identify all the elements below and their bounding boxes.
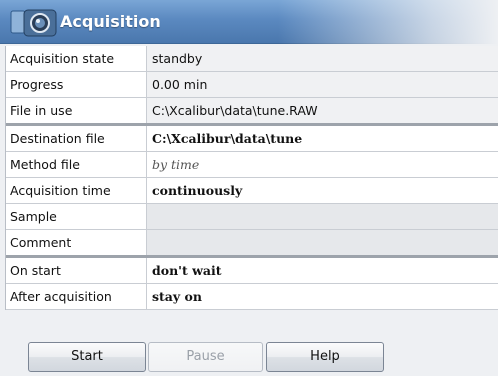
method-file-field[interactable]: by time: [147, 152, 498, 177]
acquisition-state-value: standby: [147, 46, 498, 71]
help-button[interactable]: Help: [266, 342, 384, 372]
title-bar-fade: [278, 0, 498, 44]
progress-value: 0.00 min: [147, 72, 498, 97]
properties-grid: Acquisition state standby Progress 0.00 …: [5, 46, 498, 310]
row-comment[interactable]: Comment: [6, 230, 498, 258]
row-label: Destination file: [6, 126, 147, 151]
on-start-field[interactable]: don't wait: [147, 258, 498, 283]
title-bar: Acquisition: [0, 0, 498, 44]
after-acquisition-field[interactable]: stay on: [147, 284, 498, 309]
start-button[interactable]: Start: [28, 342, 146, 372]
row-acquisition-time[interactable]: Acquisition time continuously: [6, 178, 498, 204]
row-label: Comment: [6, 230, 147, 255]
file-in-use-value: C:\Xcalibur\data\tune.RAW: [147, 98, 498, 123]
row-label: Progress: [6, 72, 147, 97]
row-label: Acquisition state: [6, 46, 147, 71]
acquisition-panel: Acquisition Acquisition state standby Pr…: [0, 0, 498, 376]
row-label: File in use: [6, 98, 147, 123]
row-label: On start: [6, 258, 147, 283]
camera-icon: [10, 9, 57, 37]
row-on-start[interactable]: On start don't wait: [6, 258, 498, 284]
row-method-file[interactable]: Method file by time: [6, 152, 498, 178]
comment-field[interactable]: [147, 230, 498, 255]
pause-button[interactable]: Pause: [148, 342, 263, 372]
row-acquisition-state: Acquisition state standby: [6, 46, 498, 72]
row-label: Acquisition time: [6, 178, 147, 203]
window-title: Acquisition: [60, 12, 161, 31]
acquisition-time-field[interactable]: continuously: [147, 178, 498, 203]
row-label: Sample: [6, 204, 147, 229]
row-file-in-use: File in use C:\Xcalibur\data\tune.RAW: [6, 98, 498, 126]
button-bar: Start Pause Help: [10, 342, 498, 376]
row-progress: Progress 0.00 min: [6, 72, 498, 98]
row-destination-file[interactable]: Destination file C:\Xcalibur\data\tune: [6, 126, 498, 152]
sample-field[interactable]: [147, 204, 498, 229]
destination-file-field[interactable]: C:\Xcalibur\data\tune: [147, 126, 498, 151]
row-label: After acquisition: [6, 284, 147, 309]
row-after-acquisition[interactable]: After acquisition stay on: [6, 284, 498, 310]
row-sample[interactable]: Sample: [6, 204, 498, 230]
row-label: Method file: [6, 152, 147, 177]
